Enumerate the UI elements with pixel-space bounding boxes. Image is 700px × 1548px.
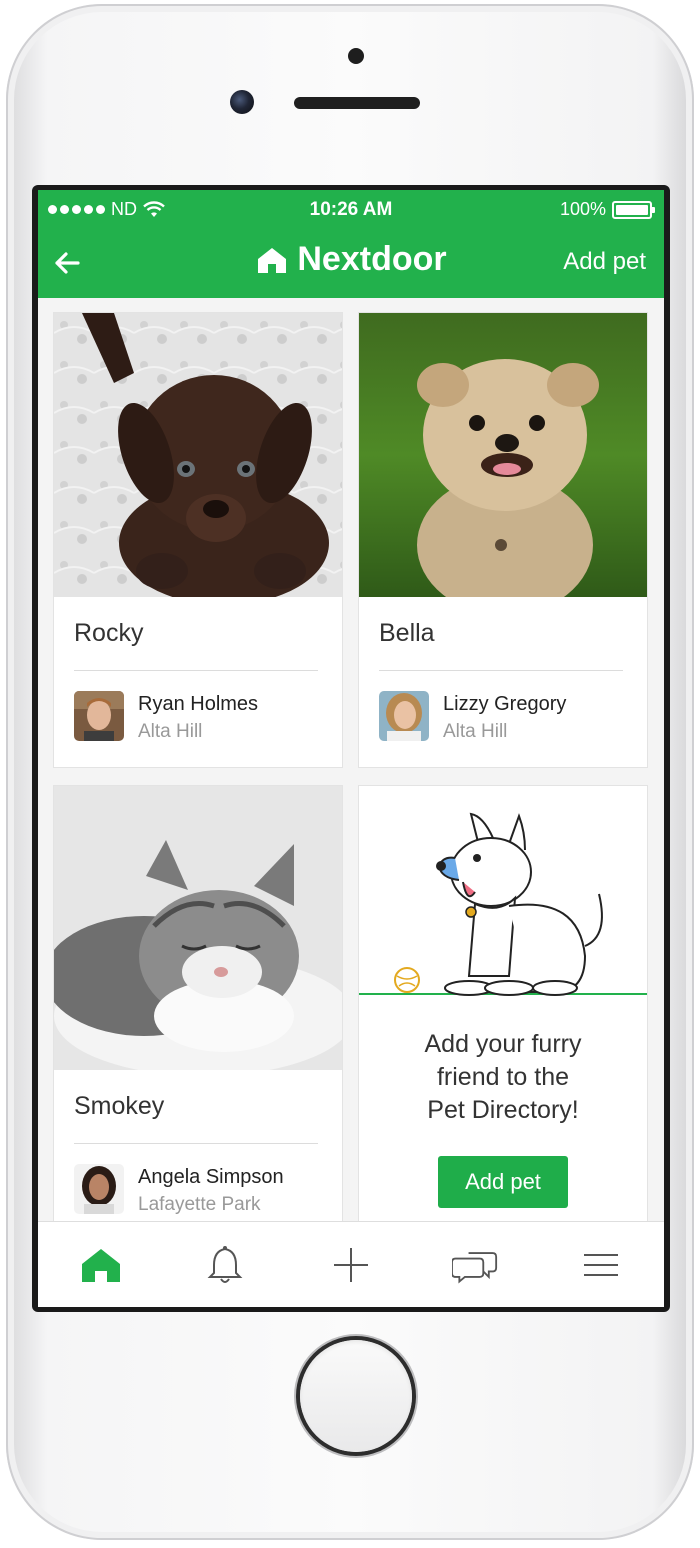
tab-messages[interactable]	[452, 1244, 498, 1286]
divider	[379, 670, 623, 671]
divider	[74, 1143, 318, 1144]
owner-neighborhood: Alta Hill	[138, 721, 203, 742]
owner-name[interactable]: Angela Simpson	[138, 1166, 284, 1189]
owner-name[interactable]: Lizzy Gregory	[443, 693, 566, 716]
earpiece-speaker	[294, 97, 420, 109]
pet-name: Rocky	[74, 619, 144, 647]
front-camera	[230, 90, 254, 114]
nav-bar: Nextdoor Add pet	[38, 230, 664, 298]
home-button[interactable]	[300, 1340, 412, 1452]
status-bar: ND 10:26 AM 100%	[38, 190, 664, 230]
owner-neighborhood: Alta Hill	[443, 721, 508, 742]
proximity-sensor	[348, 48, 364, 64]
promo-line: Add your furry	[424, 1030, 582, 1058]
pet-card[interactable]: Bella Lizzy Gregory Alta Hill	[359, 313, 647, 767]
add-pet-button[interactable]: Add pet	[438, 1156, 568, 1208]
tab-notifications[interactable]	[202, 1244, 248, 1286]
home-icon	[82, 1249, 120, 1282]
pet-photo-smokey	[54, 786, 342, 1070]
pet-photo-rocky	[54, 313, 342, 597]
battery-percent: 100%	[559, 199, 606, 219]
tab-menu[interactable]	[578, 1244, 624, 1286]
pet-card[interactable]: Rocky Ryan Holmes Alta Hill	[54, 313, 342, 767]
promo-message: Add your furry friend to the Pet Directo…	[359, 1028, 647, 1127]
house-logo-icon	[258, 247, 287, 273]
avatar[interactable]	[74, 691, 124, 741]
promo-line: Pet Directory!	[427, 1096, 579, 1124]
app-header: ND 10:26 AM 100% Nextdoor Add pet	[38, 190, 664, 298]
divider	[74, 670, 318, 671]
bottom-tab-bar	[38, 1221, 664, 1307]
owner-neighborhood: Lafayette Park	[138, 1194, 261, 1215]
owner-name[interactable]: Ryan Holmes	[138, 693, 258, 716]
dog-illustration-icon	[359, 812, 647, 996]
battery-icon	[612, 200, 655, 219]
pet-name: Bella	[379, 619, 435, 647]
pet-photo-bella	[359, 313, 647, 597]
bell-icon	[207, 1246, 243, 1283]
avatar[interactable]	[379, 691, 429, 741]
add-pet-header-button[interactable]: Add pet	[563, 248, 646, 276]
battery-group: 100%	[559, 199, 655, 220]
plus-icon	[334, 1248, 368, 1282]
avatar[interactable]	[74, 1164, 124, 1214]
add-pet-promo-card: Add your furry friend to the Pet Directo…	[359, 786, 647, 1240]
promo-line: friend to the	[436, 1063, 570, 1091]
brand-name: Nextdoor	[297, 240, 447, 278]
tab-home[interactable]	[78, 1244, 124, 1286]
menu-icon	[584, 1254, 618, 1276]
pet-card[interactable]: Smokey Angela Simpson Lafayette Park	[54, 786, 342, 1240]
pet-name: Smokey	[74, 1092, 165, 1120]
tab-post[interactable]	[328, 1244, 374, 1286]
app-screen: ND 10:26 AM 100% Nextdoor Add pet Rocky …	[38, 190, 664, 1307]
chat-icon	[452, 1252, 498, 1284]
